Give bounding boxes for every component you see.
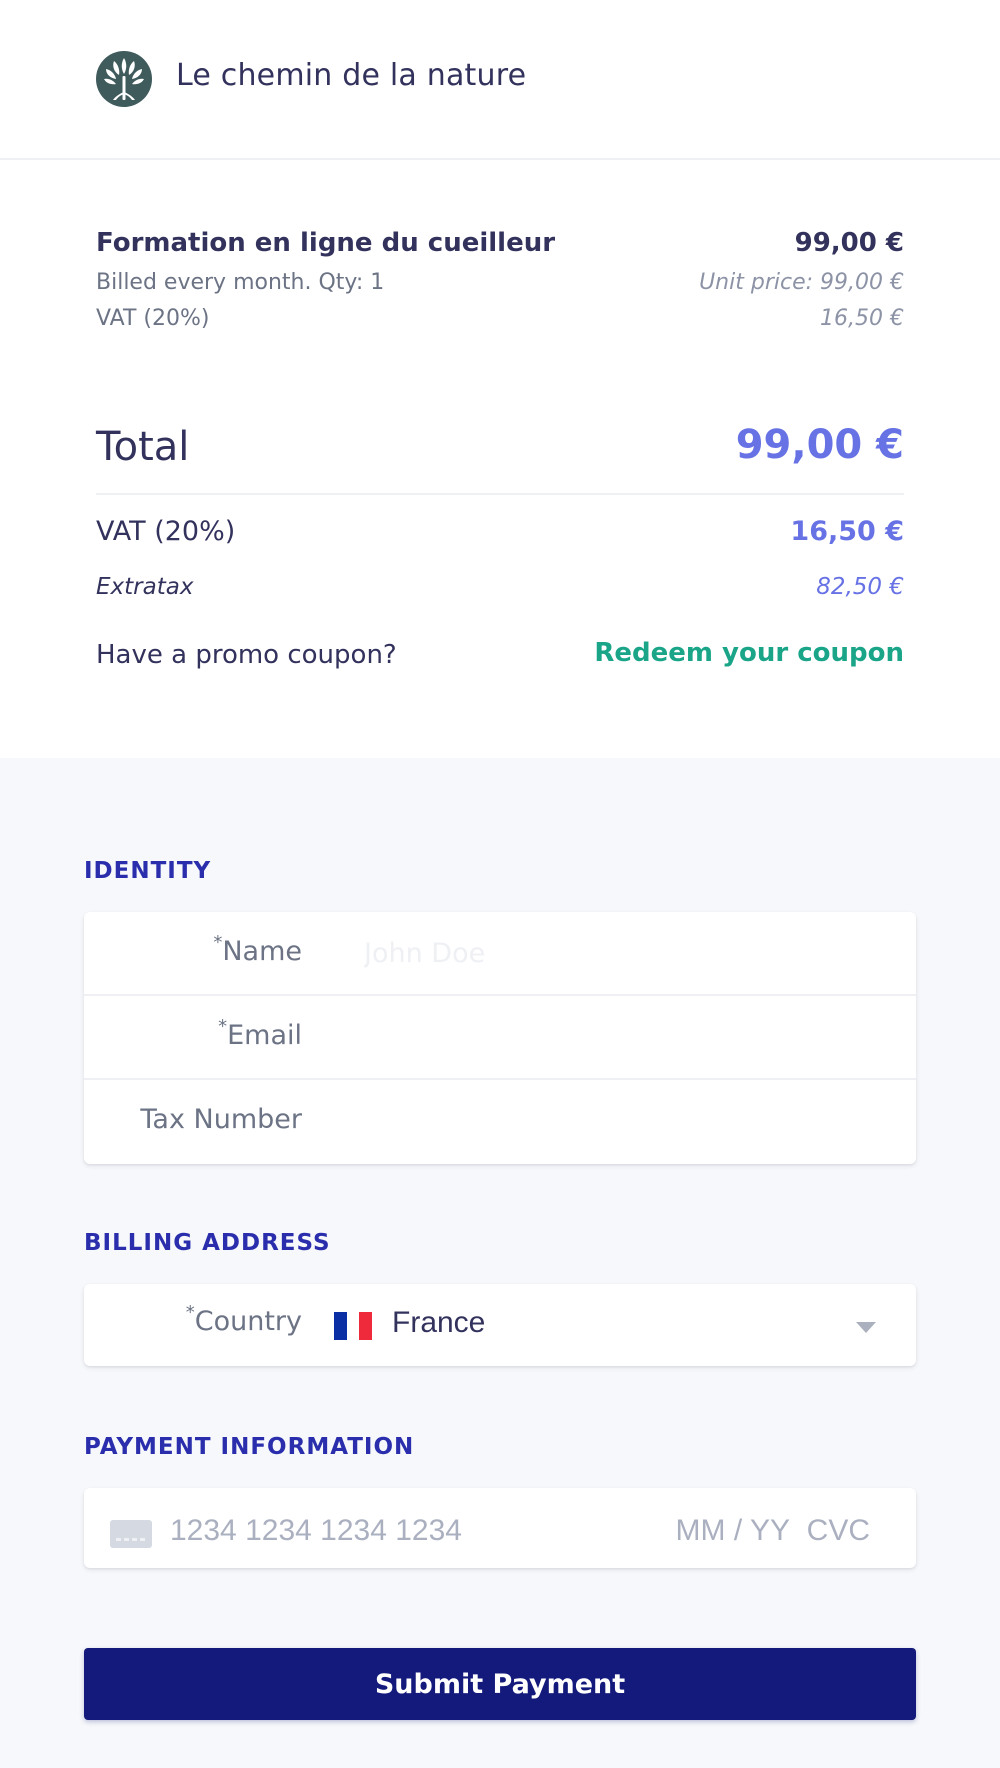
card-number-placeholder: 1234 1234 1234 1234 xyxy=(170,1514,462,1547)
name-field: *Name xyxy=(84,912,916,996)
order-summary: Formation en ligne du cueilleur 99,00 € … xyxy=(0,160,1000,758)
item-vat-label: VAT (20%) xyxy=(96,306,210,331)
identity-card: *Name *Email Tax Number xyxy=(84,912,916,1164)
required-marker: * xyxy=(213,932,223,953)
country-value: France xyxy=(392,1306,486,1339)
chevron-down-icon xyxy=(856,1322,876,1333)
tree-of-life-icon xyxy=(95,50,153,108)
email-input[interactable] xyxy=(364,1014,884,1060)
total-value: 99,00 € xyxy=(735,422,904,468)
required-marker: * xyxy=(218,1016,228,1037)
expiry-placeholder: MM / YY xyxy=(675,1514,790,1547)
email-label-text: Email xyxy=(227,1020,302,1051)
promo-label: Have a promo coupon? xyxy=(96,640,397,670)
checkout-form: IDENTITY *Name *Email Tax Number BILLING… xyxy=(0,758,1000,1768)
redeem-coupon-link[interactable]: Redeem your coupon xyxy=(594,638,904,668)
vat-label: VAT (20%) xyxy=(96,516,236,547)
extratax-label: Extratax xyxy=(96,574,194,600)
vat-value: 16,50 € xyxy=(790,516,904,547)
email-field: *Email xyxy=(84,996,916,1080)
name-input[interactable] xyxy=(364,930,884,976)
brand-name: Le chemin de la nature xyxy=(176,58,527,93)
country-label: *Country xyxy=(186,1302,302,1337)
cvc-placeholder: CVC xyxy=(806,1514,870,1547)
required-marker: * xyxy=(185,1302,195,1323)
identity-section-title: IDENTITY xyxy=(84,858,212,884)
credit-card-icon xyxy=(110,1520,152,1548)
total-label: Total xyxy=(96,424,190,470)
card-input[interactable]: 1234 1234 1234 1234 MM / YY CVC xyxy=(84,1488,916,1568)
country-select[interactable]: *Country France xyxy=(84,1284,916,1366)
name-label-text: Name xyxy=(222,936,302,967)
divider xyxy=(96,493,904,495)
tax-number-field: Tax Number xyxy=(84,1080,916,1164)
item-billing: Billed every month. Qty: 1 xyxy=(96,270,385,295)
tax-number-input[interactable] xyxy=(364,1098,884,1144)
item-unit-price: Unit price: 99,00 € xyxy=(699,270,904,295)
email-label: *Email xyxy=(218,1016,302,1051)
item-vat-amount: 16,50 € xyxy=(820,306,904,331)
header: Le chemin de la nature xyxy=(0,0,1000,160)
tax-number-label: Tax Number xyxy=(140,1104,302,1135)
billing-section-title: BILLING ADDRESS xyxy=(84,1230,331,1256)
item-name: Formation en ligne du cueilleur xyxy=(96,228,556,258)
name-label: *Name xyxy=(213,932,302,967)
extratax-value: 82,50 € xyxy=(816,574,904,600)
submit-payment-button[interactable]: Submit Payment xyxy=(84,1648,916,1720)
item-price: 99,00 € xyxy=(794,228,904,258)
france-flag-icon xyxy=(334,1312,373,1340)
country-label-text: Country xyxy=(194,1306,302,1337)
payment-section-title: PAYMENT INFORMATION xyxy=(84,1434,415,1460)
